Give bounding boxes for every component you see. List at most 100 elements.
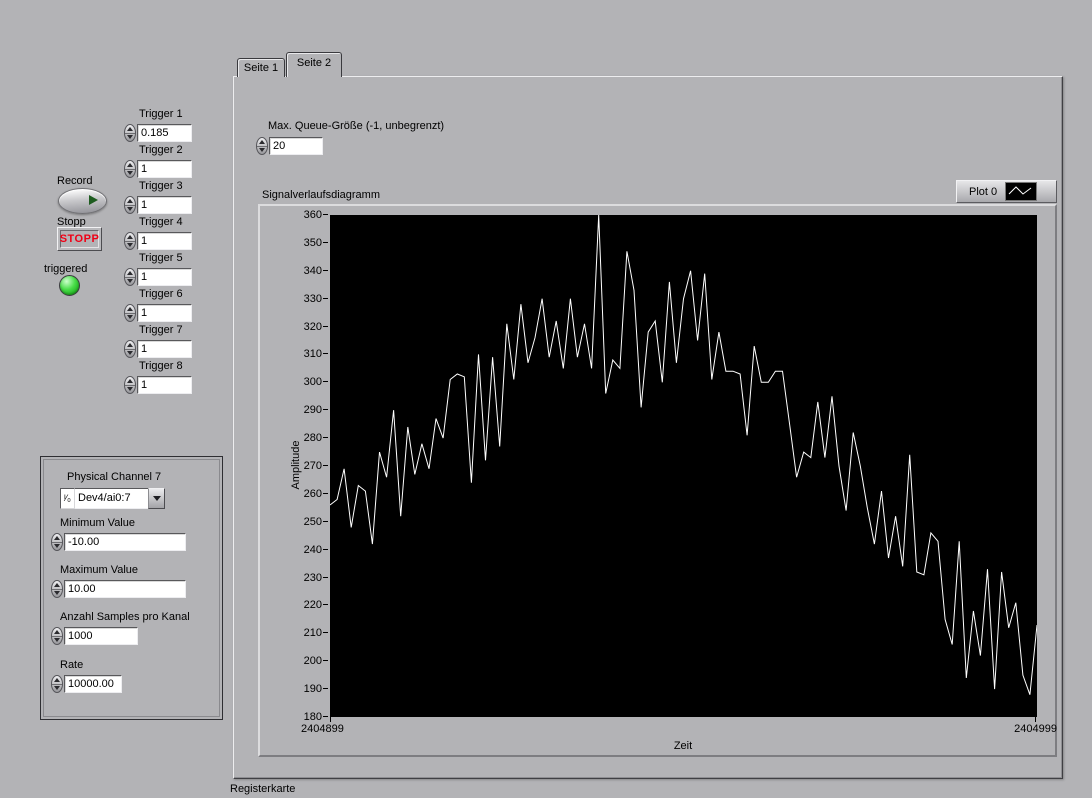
y-tick-mark xyxy=(323,492,328,494)
y-tick-mark xyxy=(323,660,328,662)
legend-plot0-label: Plot 0 xyxy=(969,185,998,198)
queue-size-spinner[interactable] xyxy=(256,137,268,155)
x-tick-mark xyxy=(330,717,331,722)
x-tick-mark xyxy=(1035,717,1036,722)
samples-per-channel-label: Anzahl Samples pro Kanal xyxy=(60,611,190,623)
y-tick-mark xyxy=(323,548,328,550)
maximum-value-label: Maximum Value xyxy=(60,564,139,576)
queue-size-field[interactable]: 20 xyxy=(269,137,323,155)
trigger-5-label: Trigger 5 xyxy=(139,252,183,264)
triggered-label: triggered xyxy=(44,263,88,275)
y-tick-mark xyxy=(323,409,328,411)
trigger-1-field[interactable]: 0.185 xyxy=(137,124,192,142)
play-arrow-icon xyxy=(89,195,98,205)
samples-per-channel-field[interactable]: 1000 xyxy=(64,627,138,645)
trigger-6-field[interactable]: 1 xyxy=(137,304,192,322)
y-tick-label: 200 xyxy=(303,655,322,668)
trigger-4-label: Trigger 4 xyxy=(139,216,183,228)
trigger-8-field[interactable]: 1 xyxy=(137,376,192,394)
y-tick-mark xyxy=(323,576,328,578)
minimum-value-spinner[interactable] xyxy=(51,533,63,551)
trigger-4-field[interactable]: 1 xyxy=(137,232,192,250)
y-tick-label: 350 xyxy=(303,236,322,249)
physical-channel-combo[interactable]: ᴵ⁄₀ Dev4/ai0:7 xyxy=(60,488,165,509)
y-tick-label: 220 xyxy=(303,599,322,612)
minimum-value-label: Minimum Value xyxy=(60,517,135,529)
chart-title: Signalverlaufsdiagramm xyxy=(262,189,380,201)
trigger-1-spinner[interactable] xyxy=(124,124,136,142)
tab-control-caption: Registerkarte xyxy=(230,783,296,795)
y-tick-mark xyxy=(323,381,328,383)
trigger-6-spinner[interactable] xyxy=(124,304,136,322)
y-tick-label: 320 xyxy=(303,320,322,333)
maximum-value-field[interactable]: 10.00 xyxy=(64,580,186,598)
y-tick-label: 230 xyxy=(303,571,322,584)
dropdown-arrow-button[interactable] xyxy=(148,488,165,509)
trigger-4-spinner[interactable] xyxy=(124,232,136,250)
waveform-trace xyxy=(330,215,1037,695)
tab-seite-2[interactable]: Seite 2 xyxy=(286,52,342,77)
stopp-button[interactable]: STOPP xyxy=(57,227,102,251)
y-tick-label: 340 xyxy=(303,264,322,277)
y-tick-label: 190 xyxy=(303,683,322,696)
y-tick-mark xyxy=(323,716,328,717)
y-tick-mark xyxy=(323,437,328,439)
y-tick-label: 180 xyxy=(303,711,322,723)
y-tick-label: 310 xyxy=(303,348,322,361)
trigger-3-label: Trigger 3 xyxy=(139,180,183,192)
y-tick-label: 330 xyxy=(303,292,322,305)
queue-size-label: Max. Queue-Größe (-1, unbegrenzt) xyxy=(268,120,445,132)
trigger-2-spinner[interactable] xyxy=(124,160,136,178)
trigger-7-field[interactable]: 1 xyxy=(137,340,192,358)
trigger-3-field[interactable]: 1 xyxy=(137,196,192,214)
y-tick-mark xyxy=(323,325,328,327)
trigger-8-label: Trigger 8 xyxy=(139,360,183,372)
y-tick-mark xyxy=(323,214,328,215)
trigger-3-spinner[interactable] xyxy=(124,196,136,214)
y-tick-mark xyxy=(323,269,328,271)
rate-spinner[interactable] xyxy=(51,675,63,693)
plot0-line-icon xyxy=(1005,182,1038,201)
trigger-2-label: Trigger 2 xyxy=(139,144,183,156)
y-tick-label: 270 xyxy=(303,460,322,472)
physical-channel-label: Physical Channel 7 xyxy=(67,471,162,483)
trigger-1-label: Trigger 1 xyxy=(139,108,183,120)
tab-seite-1[interactable]: Seite 1 xyxy=(237,58,285,77)
waveform-plot-area xyxy=(330,215,1037,717)
triggered-led-indicator xyxy=(59,275,80,296)
y-tick-label: 260 xyxy=(303,487,322,500)
y-tick-label: 360 xyxy=(303,209,322,221)
y-tick-mark xyxy=(323,297,328,299)
y-tick-mark xyxy=(323,688,328,690)
trigger-8-spinner[interactable] xyxy=(124,376,136,394)
y-tick-label: 210 xyxy=(303,627,322,640)
minimum-value-field[interactable]: -10.00 xyxy=(64,533,186,551)
y-tick-mark xyxy=(323,465,328,466)
maximum-value-spinner[interactable] xyxy=(51,580,63,598)
x-axis-title: Zeit xyxy=(673,740,693,752)
y-tick-mark xyxy=(323,241,328,243)
stopp-button-text: STOPP xyxy=(60,230,99,248)
y-tick-label: 280 xyxy=(303,432,322,445)
trigger-5-field[interactable]: 1 xyxy=(137,268,192,286)
y-tick-label: 300 xyxy=(303,376,322,389)
trigger-7-label: Trigger 7 xyxy=(139,324,183,336)
y-tick-label: 290 xyxy=(303,404,322,417)
x-axis-min-label: 2404899 xyxy=(301,723,344,735)
record-button[interactable] xyxy=(58,188,107,214)
io-glyph-icon: ᴵ⁄₀ xyxy=(60,488,75,509)
y-tick-mark xyxy=(323,632,328,634)
trigger-7-spinner[interactable] xyxy=(124,340,136,358)
rate-field[interactable]: 10000.00 xyxy=(64,675,122,693)
y-tick-mark xyxy=(323,353,328,355)
y-tick-mark xyxy=(323,520,328,522)
trigger-2-field[interactable]: 1 xyxy=(137,160,192,178)
trigger-6-label: Trigger 6 xyxy=(139,288,183,300)
plot-legend[interactable]: Plot 0 xyxy=(956,180,1057,203)
samples-per-channel-spinner[interactable] xyxy=(51,627,63,645)
trigger-5-spinner[interactable] xyxy=(124,268,136,286)
rate-label: Rate xyxy=(60,659,84,671)
y-tick-label: 240 xyxy=(303,543,322,556)
record-label: Record xyxy=(57,175,93,187)
physical-channel-value: Dev4/ai0:7 xyxy=(75,488,148,509)
